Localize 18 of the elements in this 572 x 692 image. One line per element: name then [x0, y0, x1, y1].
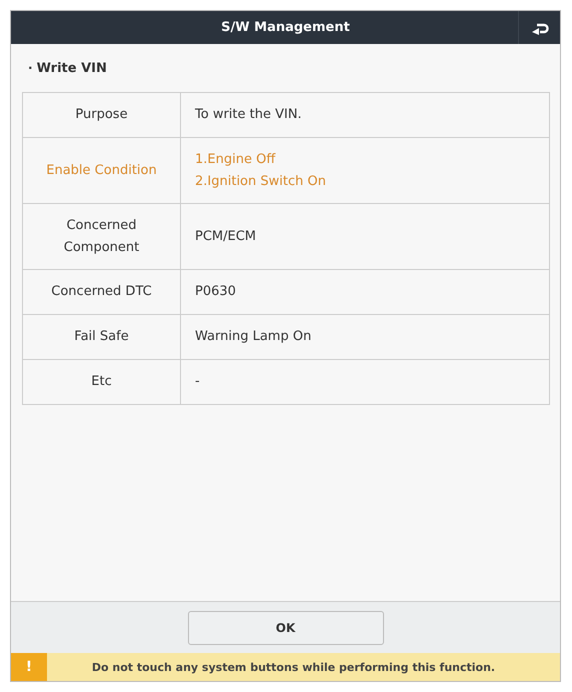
- row-value: 1.Engine Off 2.Ignition Switch On: [180, 138, 550, 204]
- warning-icon: !: [11, 653, 47, 681]
- row-value: P0630: [180, 270, 550, 314]
- row-label: Concerned DTC: [22, 270, 180, 314]
- row-label: Purpose: [22, 92, 180, 138]
- row-value: -: [180, 360, 550, 404]
- row-value: To write the VIN.: [180, 92, 550, 138]
- window-title: S/W Management: [221, 20, 350, 35]
- row-value: Warning Lamp On: [180, 314, 550, 360]
- section-title: Write VIN: [36, 60, 107, 76]
- ok-button[interactable]: OK: [188, 610, 384, 644]
- row-label: Fail Safe: [22, 314, 180, 360]
- row-label: Enable Condition: [22, 138, 180, 204]
- bullet: ·: [28, 61, 33, 75]
- row-value: PCM/ECM: [180, 204, 550, 270]
- row-label: Etc: [22, 360, 180, 404]
- warning-message: Do not touch any system buttons while performing this function.: [90, 660, 496, 674]
- row-label: Concerned Component: [22, 204, 180, 270]
